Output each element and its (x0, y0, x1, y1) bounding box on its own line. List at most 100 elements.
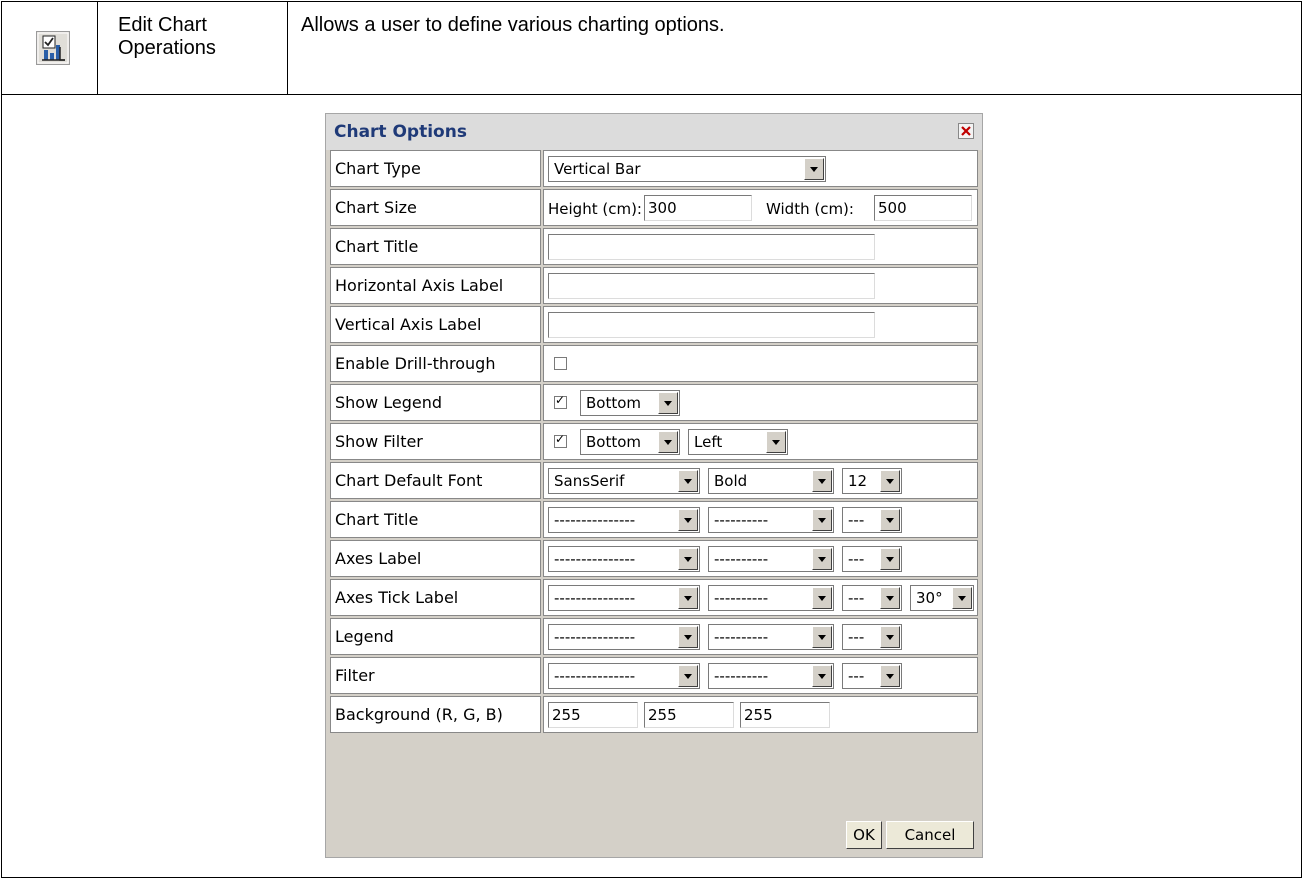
value-title-font: --------------- ---------- --- (543, 501, 978, 538)
row-legend-font: Legend --------------- ---------- --- (330, 618, 978, 657)
row-chart-type: Chart Type Vertical Bar (330, 150, 978, 189)
chevron-down-icon (880, 626, 900, 648)
legend-font-style-select[interactable]: ---------- (708, 624, 834, 650)
title-font-style-select[interactable]: ---------- (708, 507, 834, 533)
chevron-down-icon (812, 626, 832, 648)
show-legend-checkbox[interactable] (554, 393, 567, 409)
value-drill-through (543, 345, 978, 382)
filter-font-size-select[interactable]: --- (842, 663, 902, 689)
width-input[interactable]: 500 (874, 195, 972, 221)
chevron-down-icon (658, 431, 678, 453)
label-chart-size: Chart Size (330, 189, 541, 226)
chevron-down-icon (678, 626, 698, 648)
horizontal-axis-input[interactable] (548, 273, 875, 299)
legend-font-size-select[interactable]: --- (842, 624, 902, 650)
tick-font-style-select[interactable]: ---------- (708, 585, 834, 611)
vertical-axis-input[interactable] (548, 312, 875, 338)
default-font-style-select[interactable]: Bold (708, 468, 834, 494)
background-g-input[interactable]: 255 (644, 702, 734, 728)
axes-font-family-select[interactable]: --------------- (548, 546, 700, 572)
tick-font-size-select[interactable]: --- (842, 585, 902, 611)
label-title-font: Chart Title (330, 501, 541, 538)
value-horizontal-axis (543, 267, 978, 304)
chevron-down-icon (804, 158, 824, 180)
label-chart-type: Chart Type (330, 150, 541, 187)
chevron-down-icon (766, 431, 786, 453)
show-filter-checkbox[interactable] (554, 432, 567, 448)
chevron-down-icon (812, 509, 832, 531)
row-tick-font: Axes Tick Label --------------- --------… (330, 579, 978, 618)
legend-font-family-select[interactable]: --------------- (548, 624, 700, 650)
title-font-size-select[interactable]: --- (842, 507, 902, 533)
row-filter-font: Filter --------------- ---------- --- (330, 657, 978, 696)
label-show-legend: Show Legend (330, 384, 541, 421)
chevron-down-icon (678, 470, 698, 492)
ok-button[interactable]: OK (846, 821, 882, 849)
value-axes-font: --------------- ---------- --- (543, 540, 978, 577)
height-input[interactable]: 300 (644, 195, 752, 221)
chevron-down-icon (880, 470, 900, 492)
row-title-font: Chart Title --------------- ---------- -… (330, 501, 978, 540)
feature-row: Edit Chart Operations Allows a user to d… (2, 2, 1301, 95)
value-chart-size: Height (cm): 300 Width (cm): 500 (543, 189, 978, 226)
feature-name-line2: Operations (118, 37, 216, 59)
tick-angle-select[interactable]: 30° (910, 585, 974, 611)
chevron-down-icon (880, 587, 900, 609)
default-font-size-select[interactable]: 12 (842, 468, 902, 494)
default-font-family-select[interactable]: SansSerif (548, 468, 700, 494)
close-icon[interactable] (958, 123, 974, 139)
chevron-down-icon (678, 548, 698, 570)
value-show-filter: Bottom Left (543, 423, 978, 460)
row-default-font: Chart Default Font SansSerif Bold 12 (330, 462, 978, 501)
filter-position-select[interactable]: Bottom (580, 429, 680, 455)
chart-type-select[interactable]: Vertical Bar (548, 156, 826, 182)
filter-align-selected: Left (694, 433, 723, 451)
filter-font-family-select[interactable]: --------------- (548, 663, 700, 689)
title-font-family-select[interactable]: --------------- (548, 507, 700, 533)
chart-edit-icon (36, 31, 70, 65)
tick-font-style-selected: ---------- (714, 589, 769, 607)
axes-font-style-selected: ---------- (714, 550, 769, 568)
chevron-down-icon (658, 392, 678, 414)
tick-font-family-select[interactable]: --------------- (548, 585, 700, 611)
filter-font-style-select[interactable]: ---------- (708, 663, 834, 689)
legend-font-family-selected: --------------- (554, 628, 636, 646)
axes-font-style-select[interactable]: ---------- (708, 546, 834, 572)
axes-font-family-selected: --------------- (554, 550, 636, 568)
cancel-button[interactable]: Cancel (886, 821, 974, 849)
background-b-input[interactable]: 255 (740, 702, 830, 728)
chevron-down-icon (952, 587, 972, 609)
legend-position-selected: Bottom (586, 394, 642, 412)
row-show-filter: Show Filter Bottom Left (330, 423, 978, 462)
chart-title-input[interactable] (548, 234, 875, 260)
title-font-style-selected: ---------- (714, 511, 769, 529)
chevron-down-icon (812, 665, 832, 687)
row-background: Background (R, G, B) 255 255 255 (330, 696, 978, 735)
dialog-title: Chart Options (334, 122, 467, 142)
tick-font-family-selected: --------------- (554, 589, 636, 607)
chevron-down-icon (678, 665, 698, 687)
dialog-title-bar: Chart Options (326, 114, 982, 150)
filter-align-select[interactable]: Left (688, 429, 788, 455)
value-background: 255 255 255 (543, 696, 978, 733)
label-tick-font: Axes Tick Label (330, 579, 541, 616)
background-r-input[interactable]: 255 (548, 702, 638, 728)
chevron-down-icon (678, 587, 698, 609)
label-background: Background (R, G, B) (330, 696, 541, 733)
filter-font-style-selected: ---------- (714, 667, 769, 685)
legend-font-style-selected: ---------- (714, 628, 769, 646)
axes-font-size-select[interactable]: --- (842, 546, 902, 572)
default-font-style-selected: Bold (714, 472, 748, 490)
row-vertical-axis: Vertical Axis Label (330, 306, 978, 345)
default-font-family-selected: SansSerif (554, 472, 625, 490)
feature-description: Allows a user to define various charting… (301, 14, 725, 36)
value-filter-font: --------------- ---------- --- (543, 657, 978, 694)
axes-font-size-selected: --- (848, 550, 865, 568)
legend-position-select[interactable]: Bottom (580, 390, 680, 416)
dialog-footer: OK Cancel (330, 818, 978, 854)
value-vertical-axis (543, 306, 978, 343)
chevron-down-icon (880, 665, 900, 687)
feature-name-line1: Edit Chart (118, 14, 207, 36)
chevron-down-icon (880, 548, 900, 570)
drill-through-checkbox[interactable] (554, 357, 567, 370)
